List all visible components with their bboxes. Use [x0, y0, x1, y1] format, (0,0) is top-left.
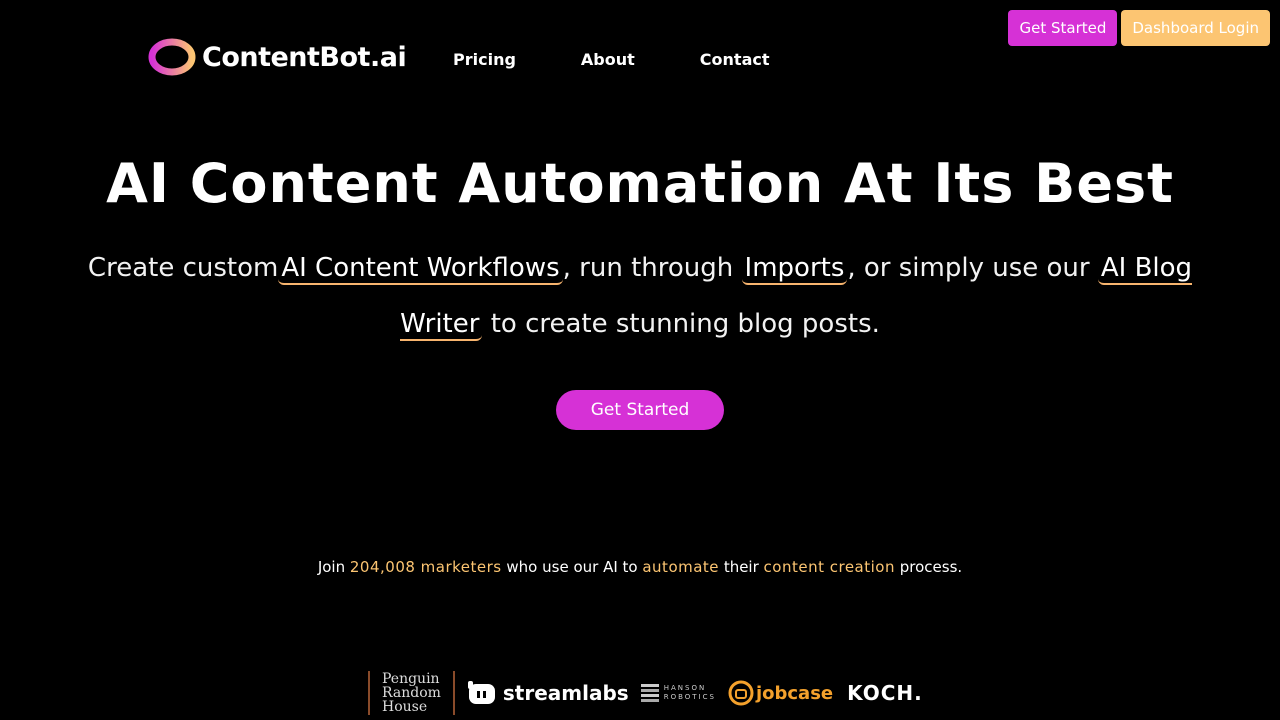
contentbot-logo-icon [148, 38, 196, 76]
ai-content-workflows-link[interactable]: AI Content Workflows [278, 253, 563, 285]
client-logos: Penguin Random House streamlabs HANSON R… [368, 670, 923, 716]
hanson-line: HANSON [663, 684, 707, 692]
koch-logo: KOCH. [847, 681, 923, 705]
imports-link[interactable]: Imports [741, 253, 848, 285]
jobcase-text: jobcase [755, 682, 834, 704]
nav-about[interactable]: About [581, 50, 635, 69]
social-prefix: Join [317, 558, 346, 576]
nav-contact[interactable]: Contact [700, 50, 770, 69]
penguin-line: Penguin [382, 671, 440, 687]
streamlabs-icon [467, 681, 495, 704]
top-actions: Get Started Dashboard Login [1008, 10, 1270, 46]
hero-get-started-button[interactable]: Get Started [556, 390, 724, 430]
social-proof: Join 204,008 marketers who use our AI to… [0, 558, 1280, 576]
nav-pricing[interactable]: Pricing [453, 50, 516, 69]
penguin-line: House [382, 699, 428, 715]
dashboard-login-button[interactable]: Dashboard Login [1121, 10, 1270, 46]
hanson-robotics-logo: HANSON ROBOTICS [640, 684, 716, 702]
brand-logo[interactable]: ContentBot.ai [148, 38, 407, 76]
streamlabs-text: streamlabs [502, 681, 629, 705]
marketer-count: 204,008 marketers [349, 558, 502, 576]
main-nav: Pricing About Contact [453, 50, 835, 69]
hero-sub-text-2: , run through [562, 253, 734, 283]
penguin-line: Random [382, 685, 441, 701]
social-word-automate: automate [642, 558, 720, 576]
social-mid-1: who use our AI to [506, 558, 638, 576]
hanson-grid-icon [640, 684, 659, 702]
streamlabs-logo: streamlabs [467, 680, 629, 706]
header-get-started-button[interactable]: Get Started [1008, 10, 1118, 46]
hero-sub-text-3: , or simply use our [847, 253, 1090, 283]
penguin-random-house-logo: Penguin Random House [368, 671, 455, 715]
jobcase-logo: jobcase [728, 680, 833, 706]
social-suffix: process. [899, 558, 963, 576]
hero-sub-text-4: to create stunning blog posts. [490, 309, 880, 339]
hero-sub-text-1: Create custom [87, 253, 279, 283]
social-word-content-creation: content creation [763, 558, 895, 576]
hanson-line: ROBOTICS [663, 693, 716, 701]
social-mid-2: their [723, 558, 759, 576]
brand-name: ContentBot.ai [202, 41, 407, 73]
hero-subtitle: Create custom AI Content Workflows, run t… [80, 240, 1200, 352]
jobcase-icon [728, 680, 754, 706]
hero-title: AI Content Automation At Its Best [106, 152, 1174, 215]
